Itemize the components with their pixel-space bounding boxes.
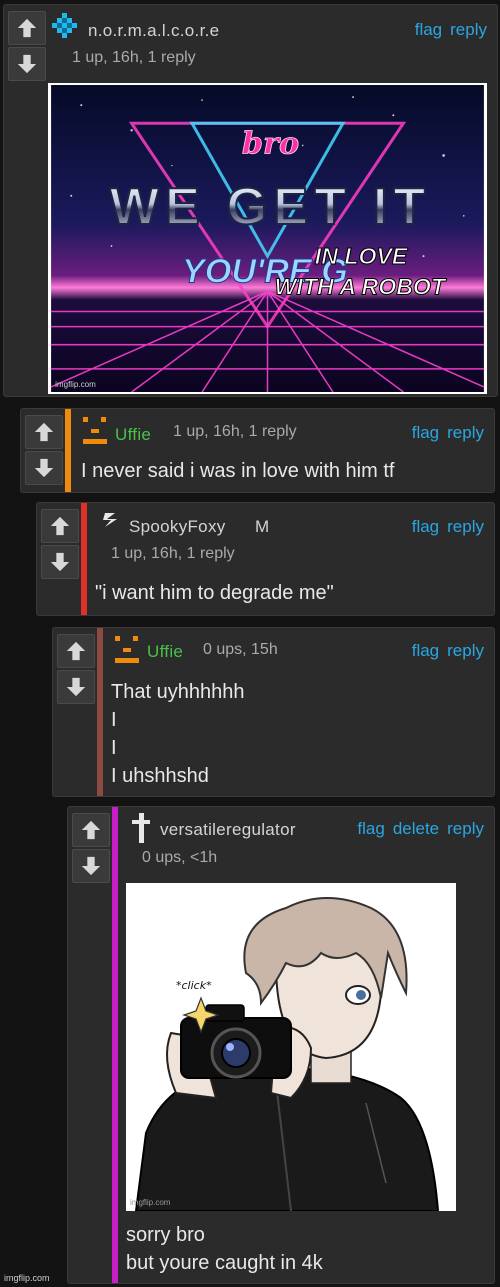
arrow-up-icon: [81, 820, 101, 840]
flag-link[interactable]: flag: [357, 819, 384, 838]
thread-bar: [65, 409, 71, 492]
comment-text: That uyhhhhhh I I I uhshhshd: [111, 681, 245, 787]
vote-controls: [72, 813, 110, 885]
comment: Uffie 0 ups, 15h flag reply That uyhhhhhh…: [52, 627, 495, 797]
meme-overlay-line2: WITH A ROBOT: [275, 273, 447, 299]
upvote-button[interactable]: [41, 509, 79, 543]
flag-link[interactable]: flag: [412, 517, 439, 536]
thread-bar: [97, 628, 103, 796]
meme-watermark: imgflip.com: [55, 380, 96, 389]
face-avatar[interactable]: [113, 634, 141, 664]
arrow-up-icon: [50, 516, 70, 536]
vote-controls: [8, 11, 46, 83]
arrow-down-icon: [50, 552, 70, 572]
vote-controls: [41, 509, 79, 581]
reply-link[interactable]: reply: [447, 819, 484, 838]
downvote-button[interactable]: [57, 670, 95, 704]
comment-text: I never said i was in love with him tf: [81, 460, 395, 482]
flag-link[interactable]: flag: [412, 641, 439, 660]
username-link[interactable]: n.o.r.m.a.l.c.o.r.e: [88, 21, 219, 41]
arrow-down-icon: [66, 677, 86, 697]
pixel-diamond-avatar[interactable]: [52, 13, 78, 39]
flag-link[interactable]: flag: [412, 423, 439, 442]
page-watermark: imgflip.com: [4, 1273, 50, 1283]
reply-link[interactable]: reply: [450, 20, 487, 39]
comment-actions: flag reply: [407, 20, 487, 40]
downvote-button[interactable]: [72, 849, 110, 883]
person-with-camera-drawing: *click* imgflip.com: [126, 883, 456, 1211]
drawing-image[interactable]: *click* imgflip.com: [126, 883, 456, 1211]
username-link[interactable]: Uffie: [147, 642, 183, 662]
comment: SpookyFoxy M 1 up, 16h, 1 reply flag repl…: [36, 502, 495, 616]
meme-headline: WE GET IT: [110, 178, 432, 236]
arrow-up-icon: [66, 641, 86, 661]
downvote-button[interactable]: [8, 47, 46, 81]
meme-overlay-line1: IN LOVE: [315, 243, 409, 269]
comment: Uffie 1 up, 16h, 1 reply flag reply I nev…: [20, 408, 495, 493]
reply-link[interactable]: reply: [447, 517, 484, 536]
synthwave-meme: bro WE GET IT YOU'RE G IN LOVE WITH A RO…: [50, 85, 485, 393]
thread-bar: [81, 503, 87, 615]
username-link[interactable]: SpookyFoxy: [129, 517, 226, 537]
downvote-button[interactable]: [25, 451, 63, 485]
username-link[interactable]: Uffie: [115, 425, 151, 445]
cross-avatar[interactable]: [130, 813, 152, 843]
arrow-down-icon: [17, 54, 37, 74]
comment-actions: flag reply: [404, 423, 484, 443]
comment-meta: 0 ups, <1h: [142, 849, 218, 866]
comment-text: "i want him to degrade me": [95, 582, 334, 604]
upvote-button[interactable]: [8, 11, 46, 45]
arrow-down-icon: [81, 856, 101, 876]
reply-link[interactable]: reply: [447, 423, 484, 442]
flag-link[interactable]: flag: [415, 20, 442, 39]
vote-controls: [25, 415, 63, 487]
thread-bar: [112, 807, 118, 1283]
upvote-button[interactable]: [57, 634, 95, 668]
meme-bro-text: bro: [242, 126, 299, 161]
comment-meta: 1 up, 16h, 1 reply: [111, 545, 235, 562]
comment: versatileregulator 0 ups, <1h flag delete…: [67, 806, 495, 1284]
comment-actions: flag reply: [404, 641, 484, 661]
comment-actions: flag reply: [404, 517, 484, 537]
arrow-down-icon: [34, 458, 54, 478]
mod-badge: M: [255, 517, 270, 536]
comment-meta: 0 ups, 15h: [203, 641, 278, 658]
downvote-button[interactable]: [41, 545, 79, 579]
arrow-up-icon: [17, 18, 37, 38]
comment-meta: 1 up, 16h, 1 reply: [173, 423, 297, 440]
comment: n.o.r.m.a.l.c.o.r.e 1 up, 16h, 1 reply f…: [3, 4, 498, 397]
drawing-caption: *click*: [176, 979, 212, 992]
lightning-avatar[interactable]: [101, 509, 121, 529]
face-avatar[interactable]: [81, 415, 109, 445]
upvote-button[interactable]: [25, 415, 63, 449]
meme-image[interactable]: bro WE GET IT YOU'RE G IN LOVE WITH A RO…: [48, 83, 487, 394]
delete-link[interactable]: delete: [393, 819, 439, 838]
comment-meta: 1 up, 16h, 1 reply: [72, 49, 196, 66]
upvote-button[interactable]: [72, 813, 110, 847]
arrow-up-icon: [34, 422, 54, 442]
username-link[interactable]: versatileregulator: [160, 820, 296, 840]
vote-controls: [57, 634, 95, 706]
comment-actions: flag delete reply: [349, 819, 484, 839]
drawing-watermark: imgflip.com: [130, 1198, 171, 1207]
comment-text: sorry bro but youre caught in 4k: [126, 1224, 323, 1274]
reply-link[interactable]: reply: [447, 641, 484, 660]
